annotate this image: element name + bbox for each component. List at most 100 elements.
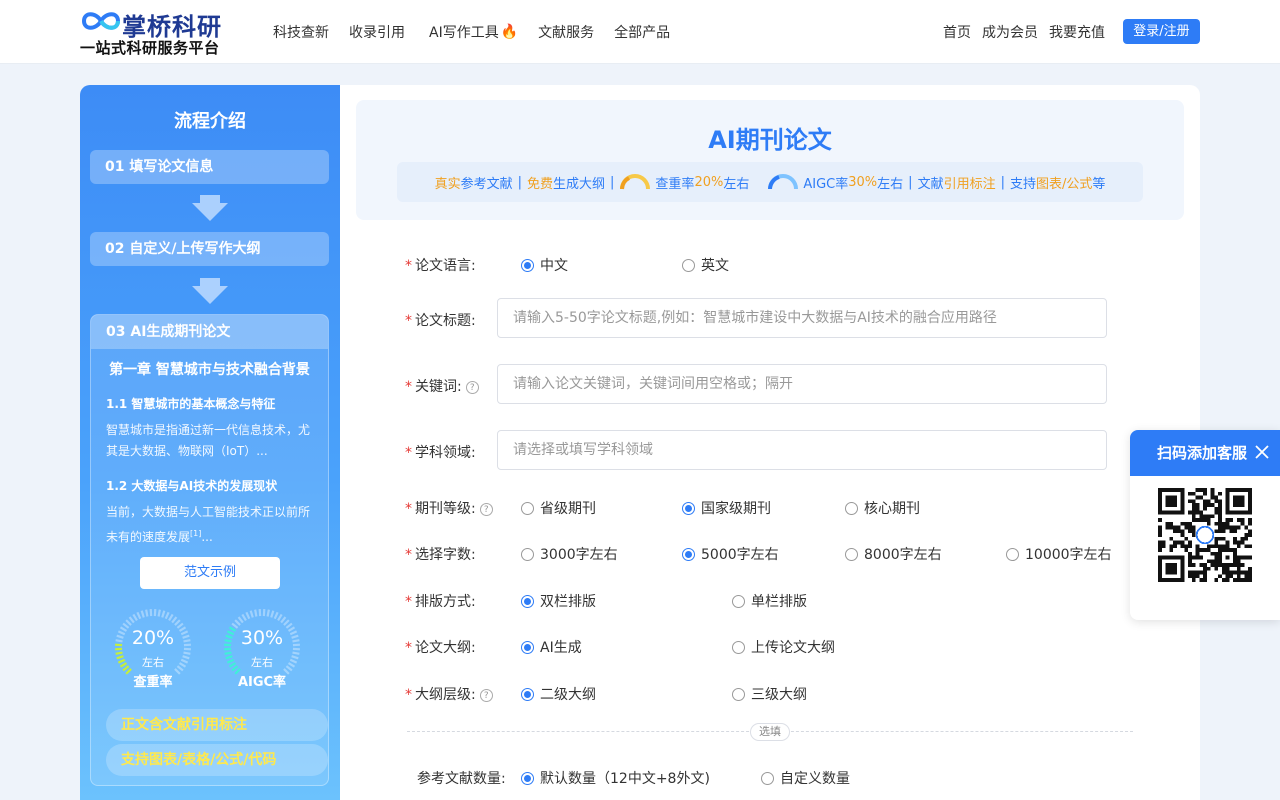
nav-recharge[interactable]: 我要充值 bbox=[1049, 22, 1105, 42]
radio-outline-ai[interactable]: AI生成 bbox=[521, 637, 582, 657]
qr-module bbox=[1206, 544, 1211, 549]
qr-module bbox=[1236, 566, 1241, 571]
qr-module bbox=[1158, 518, 1162, 522]
nav-home[interactable]: 首页 bbox=[943, 22, 971, 42]
radio-outline-level-2[interactable]: 二级大纲 bbox=[521, 684, 596, 704]
radio-words-5000[interactable]: 5000字左右 bbox=[682, 544, 779, 564]
qr-module bbox=[1158, 525, 1162, 530]
nav-item-tech-search[interactable]: 科技查新 bbox=[273, 22, 329, 42]
qr-module bbox=[1191, 555, 1196, 560]
nav-item-all-products[interactable]: 全部产品 bbox=[614, 22, 670, 42]
qr-module bbox=[1191, 506, 1196, 511]
qr-module bbox=[1188, 529, 1192, 534]
nav-item-literature[interactable]: 文献服务 bbox=[538, 22, 594, 42]
radio-label: 英文 bbox=[701, 258, 729, 274]
qr-module bbox=[1188, 551, 1192, 556]
qr-module bbox=[1199, 518, 1204, 522]
qr-module bbox=[1195, 495, 1200, 500]
radio-lang-en[interactable]: 英文 bbox=[682, 255, 729, 275]
hl-text: AIGC率 bbox=[803, 176, 849, 192]
brand-logo[interactable]: 掌桥科研 一站式科研服务平台 bbox=[80, 6, 240, 58]
qr-module bbox=[1203, 518, 1207, 522]
qr-module bbox=[1210, 514, 1215, 519]
help-icon[interactable]: ? bbox=[479, 502, 493, 516]
radio-refs-custom[interactable]: 自定义数量 bbox=[761, 768, 850, 788]
nav-item-citation[interactable]: 收录引用 bbox=[349, 22, 405, 42]
qr-module bbox=[1165, 521, 1170, 526]
qr-module bbox=[1195, 570, 1200, 575]
hl-text: 30% bbox=[848, 174, 878, 190]
radio-level-provincial[interactable]: 省级期刊 bbox=[521, 498, 596, 518]
qr-module bbox=[1173, 544, 1177, 549]
radio-level-core[interactable]: 核心期刊 bbox=[845, 498, 920, 518]
gauge-tick bbox=[241, 613, 247, 622]
login-register-button[interactable]: 登录/注册 bbox=[1123, 19, 1200, 44]
hl-text: 引用标注 bbox=[943, 176, 996, 192]
gauge-tick bbox=[280, 616, 287, 624]
qr-module bbox=[1158, 548, 1162, 552]
qr-module bbox=[1233, 525, 1237, 530]
separator: | bbox=[517, 174, 522, 190]
nav-label: 全部产品 bbox=[614, 25, 671, 41]
qr-module bbox=[1158, 529, 1162, 534]
radio-level-national[interactable]: 国家级期刊 bbox=[682, 498, 771, 518]
radio-refs-default[interactable]: 默认数量（12中文+8外文) bbox=[521, 768, 710, 788]
qr-module bbox=[1233, 529, 1237, 534]
qr-module bbox=[1240, 536, 1245, 541]
qr-module bbox=[1214, 544, 1219, 549]
gauge-tick bbox=[140, 610, 145, 618]
sample-paper-button[interactable]: 范文示例 bbox=[140, 557, 280, 589]
radio-lang-zh[interactable]: 中文 bbox=[521, 255, 568, 275]
qr-module bbox=[1203, 488, 1207, 492]
qr-module bbox=[1206, 521, 1211, 526]
word-count-label: * 选择字数: bbox=[405, 544, 476, 564]
close-icon[interactable] bbox=[1254, 444, 1270, 460]
radio-dot bbox=[521, 687, 534, 701]
required-mark: * bbox=[405, 547, 412, 563]
gauge-tick bbox=[234, 619, 241, 626]
label-text: 学科领域: bbox=[415, 445, 476, 461]
qr-module bbox=[1225, 525, 1230, 530]
radio-layout-double[interactable]: 双栏排版 bbox=[521, 591, 596, 611]
radio-words-10000[interactable]: 10000字左右 bbox=[1006, 544, 1112, 564]
radio-layout-single[interactable]: 单栏排版 bbox=[732, 591, 807, 611]
qr-module bbox=[1210, 488, 1215, 492]
qr-module bbox=[1210, 559, 1215, 564]
qr-module bbox=[1214, 499, 1219, 504]
nav-item-ai-writing[interactable]: AI写作工具 🔥 bbox=[429, 22, 518, 42]
qr-module bbox=[1188, 555, 1192, 560]
label-text: 期刊等级: bbox=[415, 501, 476, 517]
qr-module bbox=[1240, 578, 1245, 582]
qr-module bbox=[1218, 510, 1222, 515]
radio-label: 二级大纲 bbox=[540, 687, 596, 703]
subject-field-input[interactable] bbox=[497, 430, 1107, 470]
qr-module bbox=[1195, 510, 1200, 515]
help-icon[interactable]: ? bbox=[465, 380, 479, 394]
qr-module bbox=[1158, 540, 1162, 545]
hero-banner: AI期刊论文 真实 参考文献 | 免费 生成大纲 | 查重率 20% 左右 AIGC率 3… bbox=[356, 100, 1184, 220]
gauge-label: AIGC率 bbox=[237, 675, 287, 690]
qr-module bbox=[1240, 540, 1245, 545]
qr-module bbox=[1210, 491, 1215, 496]
gauge-value: 20% bbox=[131, 627, 175, 649]
nav-membership[interactable]: 成为会员 bbox=[982, 22, 1038, 42]
radio-label: 核心期刊 bbox=[864, 501, 920, 517]
keywords-input[interactable] bbox=[497, 364, 1107, 404]
paper-title-input[interactable] bbox=[497, 298, 1107, 338]
qr-module bbox=[1195, 503, 1200, 507]
help-icon[interactable]: ? bbox=[479, 688, 493, 702]
hl-text: 20% bbox=[694, 174, 724, 190]
radio-outline-upload[interactable]: 上传论文大纲 bbox=[732, 637, 835, 657]
radio-outline-level-3[interactable]: 三级大纲 bbox=[732, 684, 807, 704]
qr-module bbox=[1233, 536, 1237, 541]
radio-dot bbox=[682, 501, 695, 515]
qr-module bbox=[1195, 548, 1200, 552]
qr-module bbox=[1221, 529, 1226, 534]
radio-dot bbox=[521, 258, 534, 272]
qr-module bbox=[1180, 529, 1185, 534]
qr-module bbox=[1184, 544, 1189, 549]
radio-label: 5000字左右 bbox=[701, 547, 779, 563]
radio-words-8000[interactable]: 8000字左右 bbox=[845, 544, 942, 564]
qr-module bbox=[1248, 555, 1252, 560]
radio-words-3000[interactable]: 3000字左右 bbox=[521, 544, 618, 564]
